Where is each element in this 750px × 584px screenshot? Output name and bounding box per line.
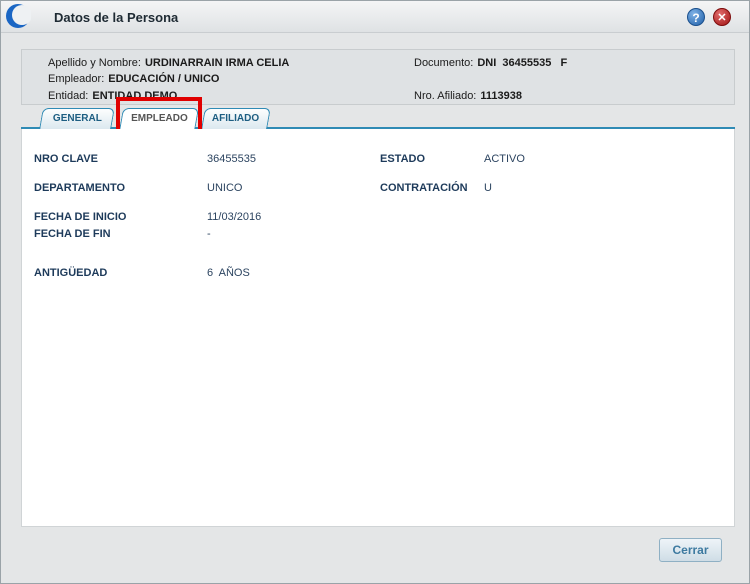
antiguedad-value: 6 AÑOS xyxy=(207,267,250,279)
window-title: Datos de la Persona xyxy=(54,10,179,25)
empleador-value: EDUCACIÓN / UNICO xyxy=(108,73,220,85)
tab-general[interactable]: GENERAL xyxy=(39,108,115,129)
cerrar-button[interactable]: Cerrar xyxy=(659,538,722,562)
tab-afiliado[interactable]: AFILIADO xyxy=(201,108,271,129)
departamento-value: UNICO xyxy=(207,182,243,194)
documento-label: Documento: xyxy=(414,57,474,69)
departamento-label: DEPARTAMENTO xyxy=(34,182,126,194)
app-logo-icon xyxy=(6,4,31,28)
empleador-label: Empleador: xyxy=(48,73,105,85)
dialog-window: Datos de la Persona ? ✕ Apellido y Nombr… xyxy=(0,0,750,584)
contratacion-label: CONTRATACIÓN xyxy=(380,182,468,194)
close-icon[interactable]: ✕ xyxy=(713,8,731,26)
help-button[interactable]: ? xyxy=(687,8,705,26)
fecha-fin-label: FECHA DE FIN xyxy=(34,228,111,240)
nombre-value: URDINARRAIN IRMA CELIA xyxy=(144,57,290,69)
estado-label: ESTADO xyxy=(380,153,426,165)
entidad-label: Entidad: xyxy=(48,90,89,102)
fecha-inicio-label: FECHA DE INICIO xyxy=(34,211,127,223)
afiliado-value: 1113938 xyxy=(480,90,522,102)
fecha-fin-value: - xyxy=(207,228,211,240)
title-bar: Datos de la Persona ? ✕ xyxy=(1,1,749,33)
contratacion-value: U xyxy=(484,182,492,194)
estado-value: ACTIVO xyxy=(484,153,525,165)
nro-clave-value: 36455535 xyxy=(207,153,256,165)
nombre-label: Apellido y Nombre: xyxy=(48,57,141,69)
antiguedad-label: ANTIGÜEDAD xyxy=(34,267,108,279)
afiliado-row: Nro. Afiliado: 1113938 xyxy=(414,90,522,102)
documento-row: Documento: DNI 36455535 F xyxy=(414,57,567,69)
afiliado-label: Nro. Afiliado: xyxy=(414,90,477,102)
nro-clave-label: NRO CLAVE xyxy=(34,153,98,165)
documento-value: DNI 36455535 F xyxy=(477,57,568,69)
empleador-row: Empleador: EDUCACIÓN / UNICO xyxy=(48,73,220,85)
fecha-inicio-value: 11/03/2016 xyxy=(207,211,262,223)
empleado-panel: NRO CLAVE 36455535 ESTADO ACTIVO DEPARTA… xyxy=(21,129,735,527)
nombre-row: Apellido y Nombre: URDINARRAIN IRMA CELIA xyxy=(48,57,289,69)
